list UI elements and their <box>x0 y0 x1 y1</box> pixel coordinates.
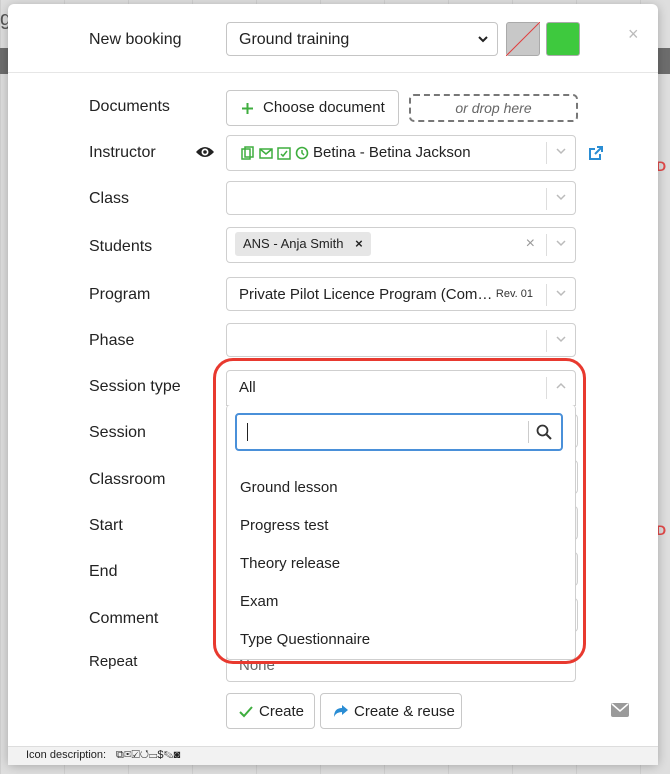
color-swatch-green[interactable] <box>546 22 580 56</box>
color-swatch-gray[interactable] <box>506 22 540 56</box>
instructor-value: Betina - Betina Jackson <box>313 144 471 161</box>
highlight-annotation <box>213 358 586 664</box>
no-color-slash-icon <box>506 22 540 56</box>
chevron-down-icon <box>556 148 566 155</box>
chevron-down-icon <box>556 194 566 201</box>
share-arrow-icon <box>334 705 348 717</box>
session-type-label: Session type <box>89 378 181 395</box>
student-tag: ANS - Anja Smith × <box>235 232 371 256</box>
select-separator <box>546 284 547 306</box>
modal-header: New booking Ground training × <box>8 4 658 73</box>
phase-select[interactable] <box>226 323 576 357</box>
comment-label: Comment <box>89 610 159 627</box>
program-value: Private Pilot Licence Program (Com… <box>239 286 493 303</box>
select-separator <box>546 142 547 164</box>
select-separator <box>546 330 547 352</box>
class-label: Class <box>89 190 130 207</box>
icon-description-label: Icon description: <box>26 749 107 761</box>
classroom-label: Classroom <box>89 471 166 488</box>
mail-icon <box>259 148 273 159</box>
documents-label: Documents <box>89 98 170 115</box>
select-separator <box>546 234 547 256</box>
envelope-icon[interactable] <box>611 703 629 717</box>
booking-type-value: Ground training <box>239 31 350 48</box>
repeat-label: Repeat <box>89 653 138 670</box>
booking-type-select[interactable]: Ground training <box>226 22 498 56</box>
remove-tag-icon[interactable]: × <box>355 236 363 251</box>
instructor-label: Instructor <box>89 144 156 161</box>
eye-icon[interactable] <box>195 144 215 160</box>
clear-icon[interactable]: × <box>526 235 535 253</box>
program-revision: Rev. 01 <box>495 288 533 300</box>
instructor-select[interactable]: Betina - Betina Jackson <box>226 135 576 171</box>
chevron-down-icon <box>556 336 566 343</box>
select-separator <box>546 188 547 210</box>
choose-document-label: Choose document <box>263 99 385 116</box>
document-drop-zone[interactable]: or drop here <box>409 94 578 122</box>
students-label: Students <box>89 238 153 255</box>
class-select[interactable] <box>226 181 576 215</box>
copy-icon <box>241 146 254 160</box>
calendar-check-icon: ☑ <box>131 749 140 761</box>
check-icon <box>239 706 253 718</box>
students-select[interactable]: ANS - Anja Smith × × <box>226 227 576 263</box>
plus-icon <box>242 103 253 114</box>
camera-icon: ◙ <box>173 749 181 761</box>
modal-title: New booking <box>89 31 182 48</box>
student-tag-label: ANS - Anja Smith <box>243 236 344 251</box>
wrench-icon: ✎ <box>163 749 174 761</box>
create-button[interactable]: Create <box>226 693 315 729</box>
history-icon <box>295 146 309 160</box>
icon-description-footer: Icon description: ⧉✉☑↺▭$✎◙ <box>8 746 658 765</box>
chevron-down-icon <box>556 290 566 297</box>
program-label: Program <box>89 286 151 303</box>
calendar-check-icon <box>277 147 291 160</box>
choose-document-button[interactable]: Choose document <box>226 90 399 126</box>
session-label: Session <box>89 424 146 441</box>
new-booking-modal: New booking Ground training × Documents … <box>8 4 658 765</box>
external-link-icon[interactable] <box>588 145 604 161</box>
create-reuse-button[interactable]: Create & reuse <box>320 693 462 729</box>
history-icon: ↺ <box>139 749 150 761</box>
chevron-down-icon <box>556 240 566 247</box>
close-icon[interactable]: × <box>628 24 639 45</box>
footer-icon-legend: ⧉✉☑↺▭$✎◙ <box>116 749 180 762</box>
end-label: End <box>89 563 118 580</box>
program-select[interactable]: Private Pilot Licence Program (Com… Rev.… <box>226 277 576 311</box>
create-reuse-label: Create & reuse <box>354 703 455 720</box>
phase-label: Phase <box>89 332 135 349</box>
start-label: Start <box>89 517 123 534</box>
chevron-down-icon <box>478 36 488 43</box>
create-label: Create <box>259 703 305 720</box>
copy-icon: ⧉ <box>116 749 124 761</box>
